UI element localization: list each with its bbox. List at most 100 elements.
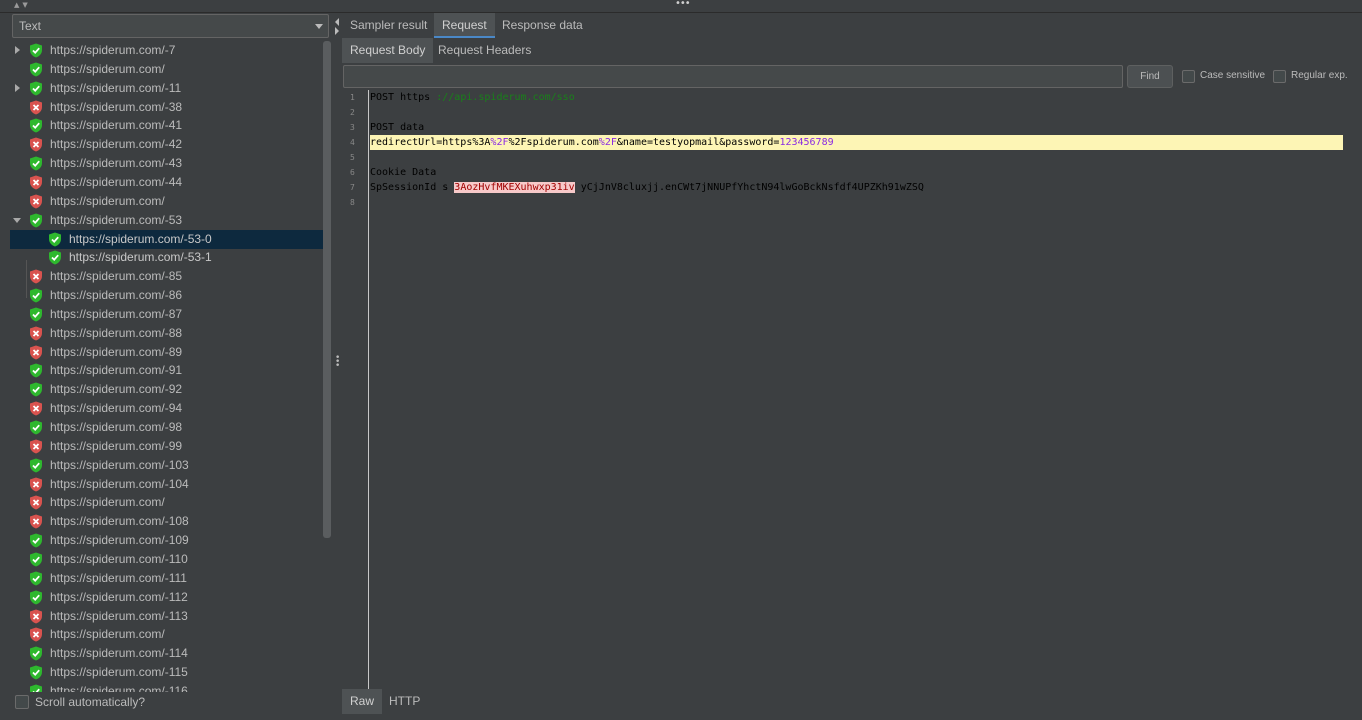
checkbox-box[interactable] [1182,70,1195,83]
collapse-left-icon[interactable] [335,18,339,26]
tree-item-label: https://spiderum.com/-113 [50,608,188,623]
expand-arrow-icon[interactable] [15,83,20,92]
error-shield-icon [29,326,43,341]
tree-item-label: https://spiderum.com/-11 [50,80,182,95]
regular-exp-checkbox[interactable]: Regular exp. [1273,69,1359,85]
tree-item-label: https://spiderum.com/ [50,193,165,208]
tree-item-label: https://spiderum.com/-44 [50,174,183,189]
expand-arrow-icon[interactable] [15,46,20,54]
pane-splitter[interactable]: • • • [334,13,341,720]
find-button[interactable]: Find [1127,65,1173,88]
tab-request[interactable]: Request [434,13,495,38]
tree-item[interactable]: https://spiderum.com/-112 [10,588,323,607]
tree-item-label: https://spiderum.com/ [50,495,165,510]
tree-item-label: https://spiderum.com/-104 [50,476,189,491]
success-shield-icon [29,646,43,661]
code-text: %2Fspiderum.com [508,137,599,148]
checkbox-box[interactable] [1273,70,1286,83]
tree-item[interactable]: https://spiderum.com/-113 [10,607,323,626]
tab-response-data[interactable]: Response data [494,13,591,38]
search-input[interactable] [343,65,1123,88]
tree-item[interactable]: https://spiderum.com/-104 [10,475,323,494]
request-body-editor[interactable]: 1 2 3 4 5 6 7 8 POST https ://api.spider… [341,90,1343,689]
tree-item[interactable]: https://spiderum.com/-92 [10,380,323,399]
tab-sampler-result[interactable]: Sampler result [342,13,435,38]
collapse-arrow-icon[interactable] [13,217,21,223]
tree-item[interactable]: https://spiderum.com/-88 [10,324,323,343]
tree-item-label: https://spiderum.com/-116 [50,683,188,692]
tree-item[interactable]: https://spiderum.com/-115 [10,663,323,682]
tree-item[interactable]: https://spiderum.com/-86 [10,286,323,305]
tree-item-label: https://spiderum.com/-43 [50,156,183,171]
tree-item[interactable]: https://spiderum.com/ [10,192,323,211]
error-shield-icon [29,627,43,642]
case-sensitive-label: Case sensitive [1200,70,1266,81]
tree-item[interactable]: https://spiderum.com/-94 [10,399,323,418]
line-number: 2 [350,108,355,117]
code-line-3: POST data [370,120,1343,135]
tree-item[interactable]: https://spiderum.com/-87 [10,305,323,324]
editor-scrollbar[interactable] [1344,90,1362,689]
tree-item-label: https://spiderum.com/-109 [50,533,189,548]
case-sensitive-checkbox[interactable]: Case sensitive [1182,69,1272,85]
tree-item[interactable]: https://spiderum.com/-99 [10,437,323,456]
success-shield-icon [29,665,43,680]
tree-item[interactable]: https://spiderum.com/-38 [10,98,323,117]
tree-item[interactable]: https://spiderum.com/-43 [10,154,323,173]
tree-item-label: https://spiderum.com/ [50,61,165,76]
tab-request-headers[interactable]: Request Headers [430,38,539,63]
success-shield-icon [29,213,43,228]
tree-item[interactable]: https://spiderum.com/ [10,60,323,79]
tree-item[interactable]: https://spiderum.com/-91 [10,361,323,380]
tree-item[interactable]: https://spiderum.com/-85 [10,267,323,286]
scroll-automatically-checkbox[interactable]: Scroll automatically? [15,693,215,711]
line-number: 8 [350,198,355,207]
tree-item[interactable]: https://spiderum.com/-53-0 [10,229,323,249]
error-shield-icon [29,495,43,510]
tab-raw[interactable]: Raw [342,689,383,714]
tree-item[interactable]: https://spiderum.com/-116 [10,682,323,692]
tree-item[interactable]: https://spiderum.com/-114 [10,644,323,663]
tree-item[interactable]: https://spiderum.com/-89 [10,343,323,362]
tree-item[interactable]: https://spiderum.com/-111 [10,569,323,588]
tree-item-label: https://spiderum.com/-86 [50,288,183,303]
tree-item[interactable]: https://spiderum.com/ [10,625,323,644]
tree-item[interactable]: https://spiderum.com/-108 [10,512,323,531]
tree-item[interactable]: https://spiderum.com/-41 [10,116,323,135]
tree-item[interactable]: https://spiderum.com/-98 [10,418,323,437]
renderer-select[interactable]: Text [12,14,329,38]
tree-item[interactable]: https://spiderum.com/-103 [10,456,323,475]
tree-item-label: https://spiderum.com/-111 [50,570,187,585]
collapse-arrows-icon[interactable]: ▲▼ [14,1,31,9]
view-mode-tabs: Raw HTTP [341,689,1362,714]
tree-item[interactable]: https://spiderum.com/-53 [10,211,323,230]
tree-item[interactable]: https://spiderum.com/-7 [10,41,323,60]
tree-item-label: https://spiderum.com/-42 [50,137,183,152]
code-line-4: redirectUrl=https%3A%2F%2Fspiderum.com%2… [370,135,1343,150]
success-shield-icon [29,62,43,77]
success-shield-icon [29,458,43,473]
tree-item-label: https://spiderum.com/-89 [50,344,183,359]
search-bar: Find Case sensitive Regular exp. [341,64,1362,90]
tree-item[interactable]: https://spiderum.com/-42 [10,135,323,154]
success-shield-icon [29,363,43,378]
resize-grip-icon[interactable]: ••• [675,0,691,9]
tree-item[interactable]: https://spiderum.com/-44 [10,173,323,192]
tab-http[interactable]: HTTP [381,689,428,714]
tree-item[interactable]: https://spiderum.com/-109 [10,531,323,550]
splitter-grip-icon[interactable]: • • • [335,354,340,371]
tree-scrollbar[interactable] [323,41,331,538]
checkbox-box[interactable] [15,695,29,709]
code-line-7: SpSessionId s 3AozHvfMKEXuhwxp31iv yCjJn… [370,180,1343,195]
tab-request-body[interactable]: Request Body [342,38,434,63]
tree-item[interactable]: https://spiderum.com/-53-1 [10,248,323,267]
tree-item[interactable]: https://spiderum.com/ [10,493,323,512]
tree-item[interactable]: https://spiderum.com/-110 [10,550,323,569]
expand-right-icon[interactable] [335,27,339,35]
tree-item-label: https://spiderum.com/-103 [50,457,189,472]
tree-item-label: https://spiderum.com/-91 [50,363,183,378]
scroll-automatically-label: Scroll automatically? [35,695,146,709]
tree-item[interactable]: https://spiderum.com/-11 [10,79,323,98]
code-url: ://api.spiderum.com/sso [436,92,575,103]
code-text: yCjJnV8cluxjj.enCWt7jNNUPfYhctN94lwGoBck… [574,182,924,193]
